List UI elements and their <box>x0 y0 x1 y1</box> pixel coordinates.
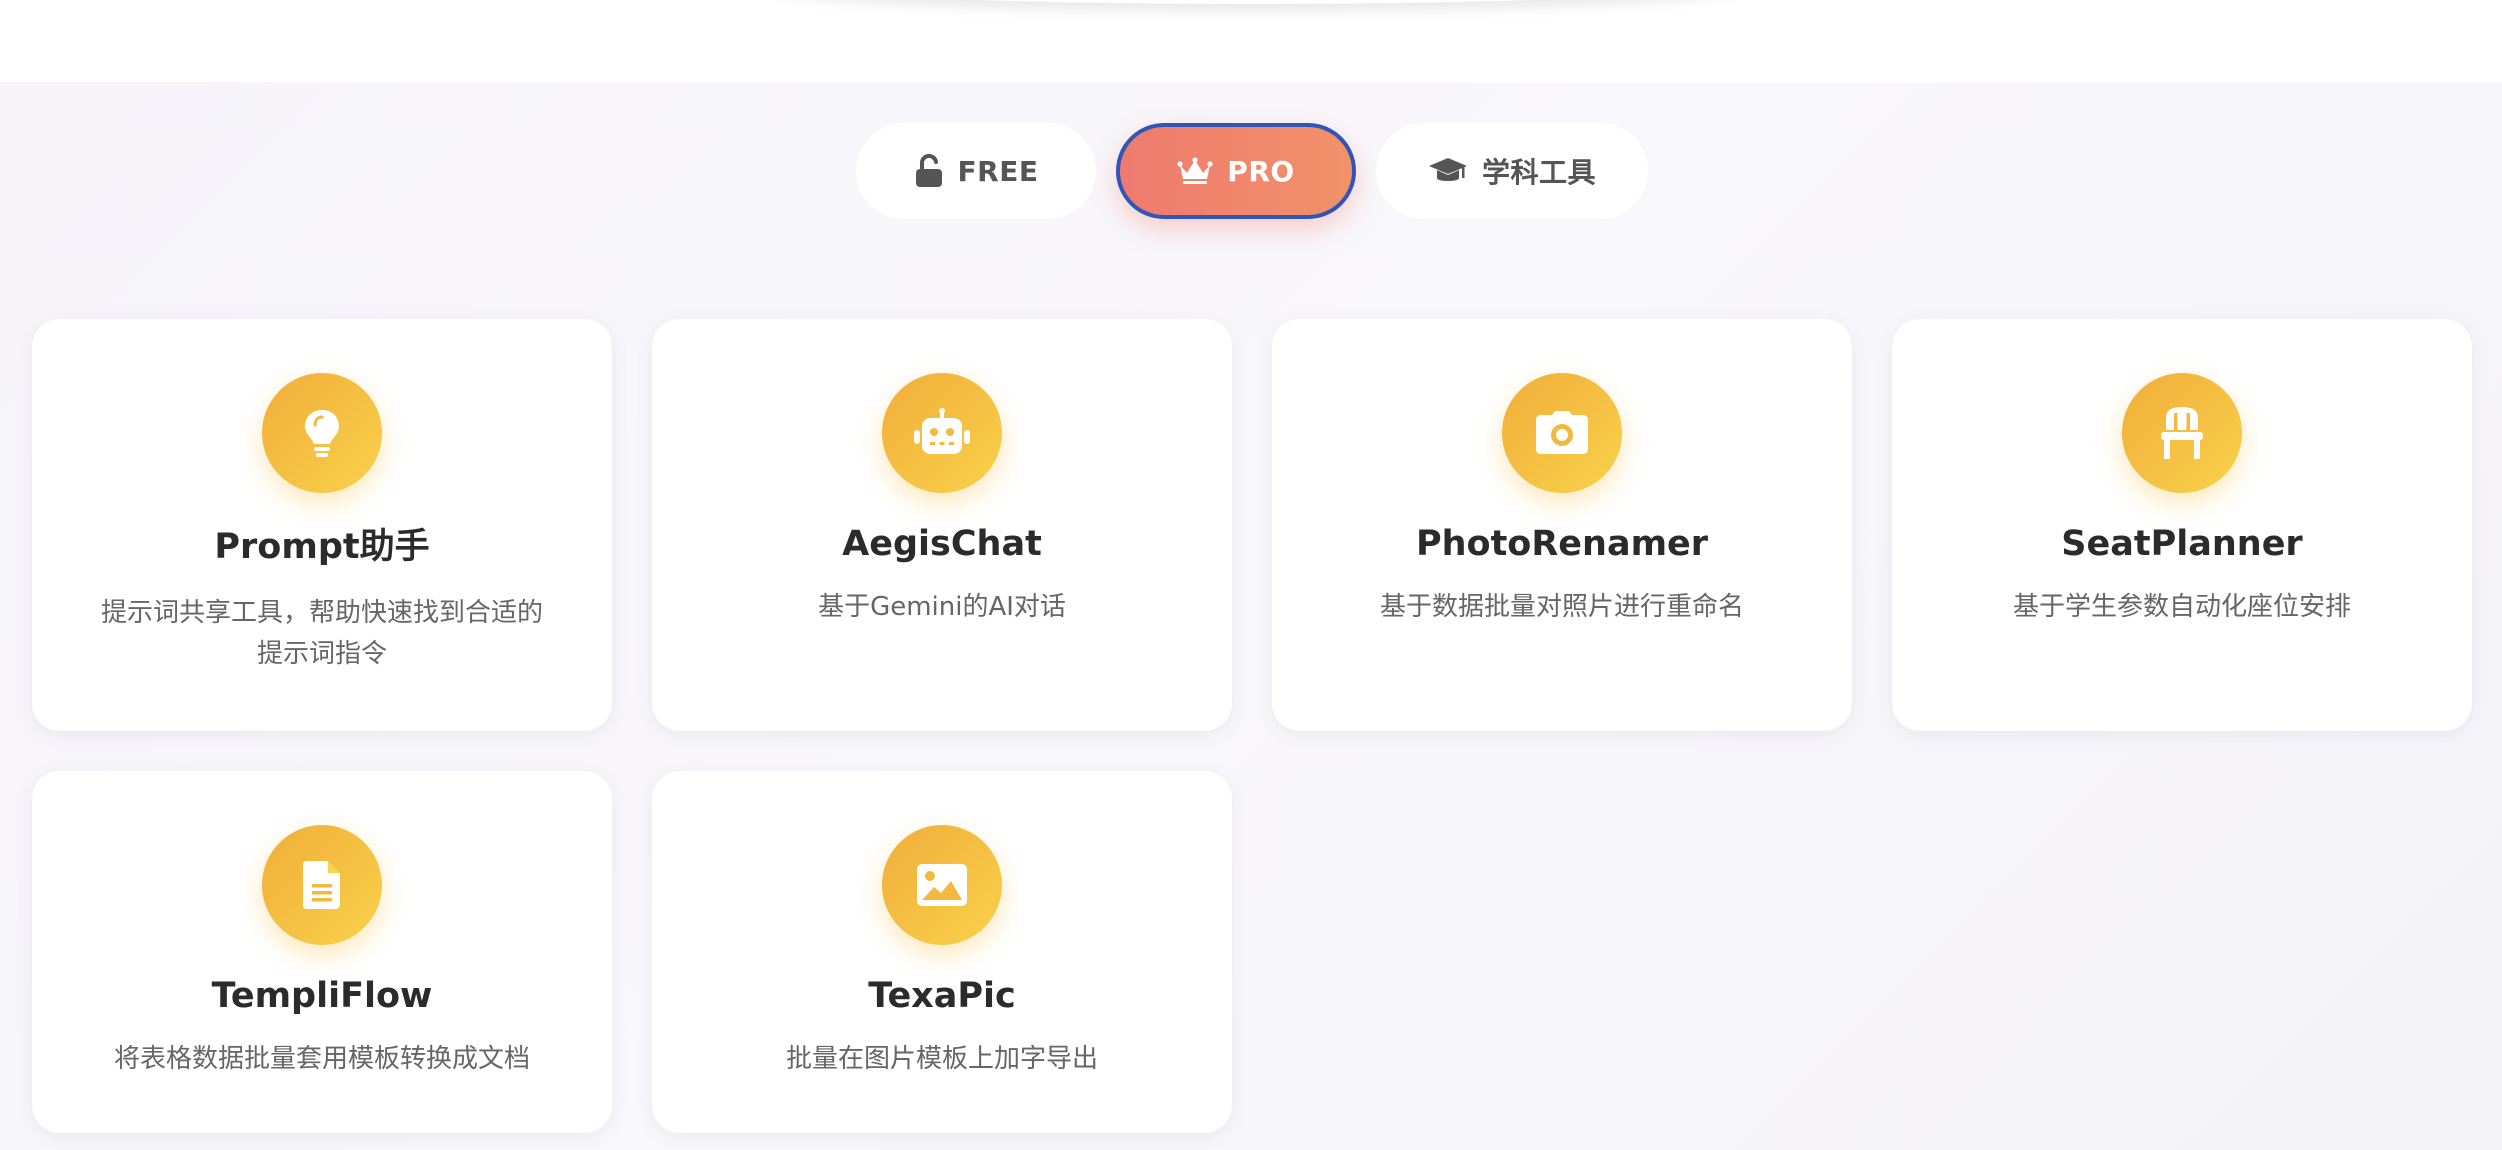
crown-icon <box>1177 157 1213 185</box>
tool-title: Prompt助手 <box>214 527 430 567</box>
tool-description: 提示词共享工具，帮助快速找到合适的提示词指令 <box>100 598 543 669</box>
tab-pro[interactable]: PRO <box>1116 123 1356 219</box>
tool-description: 批量在图片模板上加字导出 <box>785 1044 1098 1074</box>
tab-subject-tools[interactable]: 学科工具 <box>1376 123 1648 219</box>
lightbulb-icon <box>262 373 382 493</box>
camera-icon <box>1502 373 1622 493</box>
tool-card-templiflow[interactable]: TempliFlow 将表格数据批量套用模板转换成文档 <box>32 771 612 1133</box>
tool-card-prompt[interactable]: Prompt助手 提示词共享工具，帮助快速找到合适的提示词指令 <box>32 319 612 731</box>
tab-pro-label: PRO <box>1227 154 1295 188</box>
tab-free[interactable]: FREE <box>856 123 1096 219</box>
top-header-area <box>0 0 2502 82</box>
tool-card-photorenamer[interactable]: PhotoRenamer 基于数据批量对照片进行重命名 <box>1272 319 1852 731</box>
tool-title: TempliFlow <box>211 976 433 1016</box>
tool-title: AegisChat <box>842 524 1042 564</box>
tool-description: 基于Gemini的AI对话 <box>818 592 1066 622</box>
header-search-edge <box>770 0 1740 4</box>
tab-free-label: FREE <box>957 154 1039 188</box>
image-icon <box>882 825 1002 945</box>
tab-subject-tools-label: 学科工具 <box>1481 156 1596 189</box>
graduation-cap-icon <box>1428 156 1468 186</box>
tool-description: 基于数据批量对照片进行重命名 <box>1379 592 1744 622</box>
robot-icon <box>882 373 1002 493</box>
document-icon <box>262 825 382 945</box>
tool-card-seatplanner[interactable]: SeatPlanner 基于学生参数自动化座位安排 <box>1892 319 2472 731</box>
chair-icon <box>2122 373 2242 493</box>
tool-title: PhotoRenamer <box>1415 524 1709 564</box>
unlock-icon <box>914 154 944 188</box>
tool-title: TexaPic <box>868 976 1016 1016</box>
tool-title: SeatPlanner <box>2061 524 2303 564</box>
tool-card-texapic[interactable]: TexaPic 批量在图片模板上加字导出 <box>652 771 1232 1133</box>
tool-description: 基于学生参数自动化座位安排 <box>2012 592 2351 622</box>
tool-description: 将表格数据批量套用模板转换成文档 <box>113 1044 530 1074</box>
tool-card-aegischat[interactable]: AegisChat 基于Gemini的AI对话 <box>652 319 1232 731</box>
